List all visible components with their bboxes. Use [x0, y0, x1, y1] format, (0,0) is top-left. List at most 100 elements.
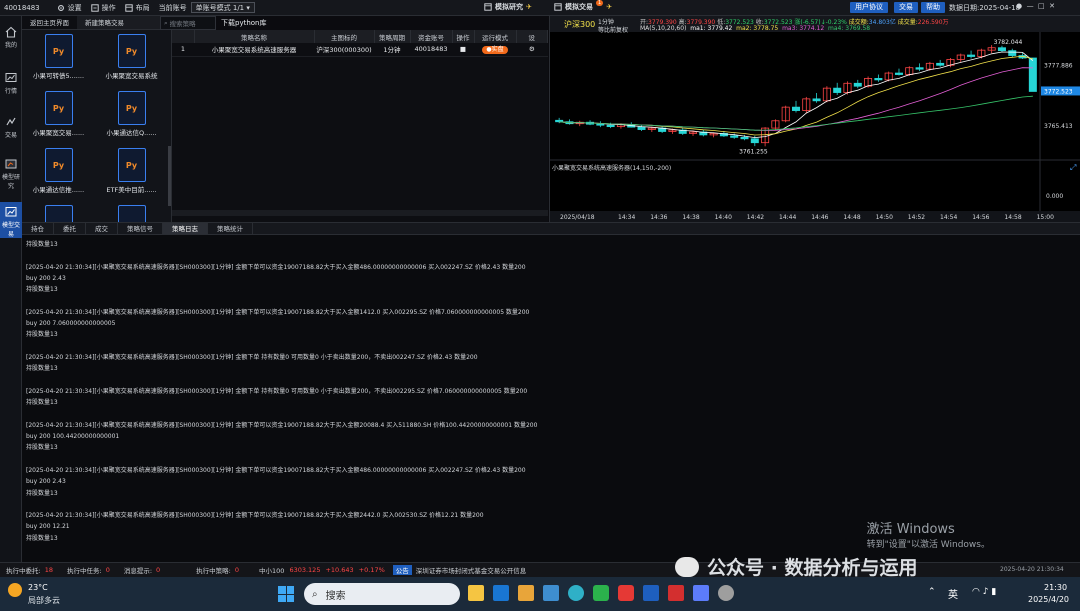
col-settings[interactable]: 设 — [516, 30, 548, 43]
user-icon[interactable]: ● — [1016, 2, 1022, 10]
layout-menu[interactable]: 布局 — [124, 3, 150, 13]
active-app-icon[interactable] — [693, 585, 709, 601]
tab-orders[interactable]: 委托 — [54, 223, 86, 234]
candle-body — [874, 78, 883, 81]
close-icon[interactable]: ✕ — [1049, 2, 1055, 10]
tray-chevron-icon[interactable]: ⌃ — [928, 587, 936, 597]
table-row[interactable]: 1 小果聚宽交易系统高速服务器 沪深300(000300) 1分钟 400184… — [172, 43, 548, 57]
status-bar: 执行中委托: 18 执行中任务: 0 消息提示: 0 执行中策略: 0 中小10… — [0, 562, 1080, 577]
indicator-value: 0.000 — [1046, 193, 1063, 200]
strategy-file[interactable]: Py 小果聚宽交易...... — [22, 87, 95, 143]
tab-strategy-stats[interactable]: 策略统计 — [208, 223, 253, 234]
nav-item-model-research[interactable]: 模型研究 — [0, 158, 22, 190]
strategy-file[interactable]: Py 小果可转债5....... — [22, 30, 95, 86]
candle-body — [637, 126, 646, 130]
account-mode-dropdown[interactable]: 单账号模式 1/1 ▾ — [190, 2, 255, 13]
nav-item-market[interactable]: 行情 — [0, 72, 22, 95]
candle-body — [791, 106, 801, 111]
strategy-file-name: 小果可转债5....... — [32, 72, 85, 80]
tray-icons[interactable]: ◠ ♪ ▮ — [972, 587, 996, 597]
col-account[interactable]: 资金账号 — [410, 30, 453, 43]
taskbar-date[interactable]: 2025/4/20 — [1028, 595, 1069, 604]
run-mode-toggle[interactable]: ●实盘 — [482, 45, 508, 54]
taskbar-time[interactable]: 21:30 — [1044, 583, 1067, 592]
strategy-file-name: 小果通达信Q...... — [106, 129, 157, 137]
ma-label: MA(5,10,20,60) — [640, 25, 687, 32]
col-period[interactable]: 策略周期 — [374, 30, 411, 43]
col-operate[interactable]: 操作 — [452, 30, 475, 43]
nav-item-trade[interactable]: 交易 — [0, 116, 22, 139]
download-python-lib-link[interactable]: 下载python库 — [218, 16, 548, 30]
exec-delegate-count[interactable]: 18 — [45, 566, 53, 574]
sim-research-button[interactable]: 模拟研究 ✈ — [484, 2, 532, 12]
candle-body — [997, 47, 1006, 52]
candle-body — [915, 67, 924, 70]
wechat-icon[interactable] — [593, 585, 609, 601]
strategy-file[interactable]: Py 小果通达信推...... — [22, 144, 95, 200]
weather-temp[interactable]: 23°C — [28, 583, 48, 592]
layout-label: 布局 — [135, 3, 150, 12]
exec-strategy-count[interactable]: 0 — [235, 566, 239, 574]
weather-icon[interactable] — [8, 583, 22, 597]
user-agreement-button[interactable]: 用户协议 — [850, 2, 888, 13]
tab-fills[interactable]: 成交 — [86, 223, 118, 234]
strategy-file[interactable]: Py 小果通达信Q...... — [95, 87, 168, 143]
exec-task-count[interactable]: 0 — [106, 566, 110, 574]
tab-signals[interactable]: 策略信号 — [118, 223, 163, 234]
tab-strategy-log[interactable]: 策略日志 — [163, 223, 208, 234]
strategy-file[interactable]: Py 小果聚宽交易系统 — [95, 30, 168, 86]
strategy-file[interactable] — [22, 201, 95, 222]
outlook-icon[interactable] — [493, 585, 509, 601]
strategy-log-output[interactable]: 持股数量13 [2025-04-20 21:30:34][小果聚宽交易系统高速服… — [22, 235, 1080, 562]
msg-tip-count[interactable]: 0 — [156, 566, 160, 574]
wechat-watermark: 公众号 · 数据分析与运用 — [675, 553, 917, 580]
wps-icon[interactable] — [618, 585, 634, 601]
gear-icon — [57, 4, 64, 11]
log-line: [2025-04-20 21:30:34][小果聚宽交易系统高速服务器][SH0… — [26, 421, 538, 429]
kline-chart[interactable]: 3782.044 3761.255 3777.886 3772.523 3765.413… — [550, 32, 1080, 222]
start-button[interactable] — [278, 586, 294, 602]
maximize-icon[interactable]: □ — [1038, 2, 1045, 10]
nav-item-mine[interactable]: 我的 — [0, 26, 22, 49]
sim-trade-badge: 1 — [596, 0, 604, 6]
tab-back-home[interactable]: 返回主页界面 — [22, 16, 77, 29]
operate-menu[interactable]: 操作 — [90, 3, 116, 13]
taskbar-search-box[interactable]: ⌕ 搜索 — [304, 583, 460, 605]
settings-menu[interactable]: 设置 — [57, 3, 82, 13]
time-axis-label: 14:34 — [618, 214, 635, 221]
trading-app-icon[interactable] — [643, 585, 659, 601]
store-icon[interactable] — [543, 585, 559, 601]
notice-text[interactable]: 深圳证券市场封闭式基金交易公开信息 — [416, 565, 527, 575]
tab-new-strategy[interactable]: 新建策略交易 — [77, 16, 132, 29]
minimize-icon[interactable]: — — [1027, 2, 1034, 10]
strategy-file[interactable] — [95, 201, 168, 222]
trade-button[interactable]: 交易 — [894, 2, 918, 13]
index-name[interactable]: 沪深300 — [564, 19, 595, 30]
py-text: Py — [52, 161, 65, 170]
stop-button[interactable]: ■ — [452, 43, 474, 57]
settings-app-icon[interactable] — [718, 585, 734, 601]
amount-value: 34.803亿 — [868, 19, 896, 26]
settings-gear-icon[interactable]: ⚙ — [516, 43, 548, 57]
top-toolbar: 40018483 设置 操作 布局 当前账号 单账号模式 1/1 ▾ 模拟研究 … — [0, 0, 1080, 16]
sim-trade-button[interactable]: 模拟交易 1 ✈ — [554, 0, 612, 12]
strategy-search-input[interactable]: ⌕ 搜索策略 — [160, 16, 216, 30]
time-axis-label: 14:48 — [843, 214, 860, 221]
nav-item-model-trade[interactable]: 模型交易 — [0, 202, 22, 238]
sim-research-label: 模拟研究 — [495, 3, 523, 11]
file-explorer-icon[interactable] — [468, 585, 484, 601]
ime-indicator[interactable]: 英 — [948, 586, 958, 601]
col-strategy-name[interactable]: 策略名称 — [194, 30, 315, 43]
help-button[interactable]: 帮助 — [921, 2, 945, 13]
strategy-file[interactable]: Py ETF美中目前...... — [95, 144, 168, 200]
col-run-mode[interactable]: 运行模式 — [474, 30, 517, 43]
folder-icon[interactable] — [518, 585, 534, 601]
panel-scrollbar[interactable] — [168, 146, 171, 206]
table-scrollbar[interactable] — [172, 210, 548, 216]
col-target[interactable]: 主图标的 — [314, 30, 375, 43]
python-file-icon: Py — [44, 148, 73, 182]
app-icon[interactable] — [668, 585, 684, 601]
tab-positions[interactable]: 持仓 — [22, 223, 54, 234]
edge-icon[interactable] — [568, 585, 584, 601]
